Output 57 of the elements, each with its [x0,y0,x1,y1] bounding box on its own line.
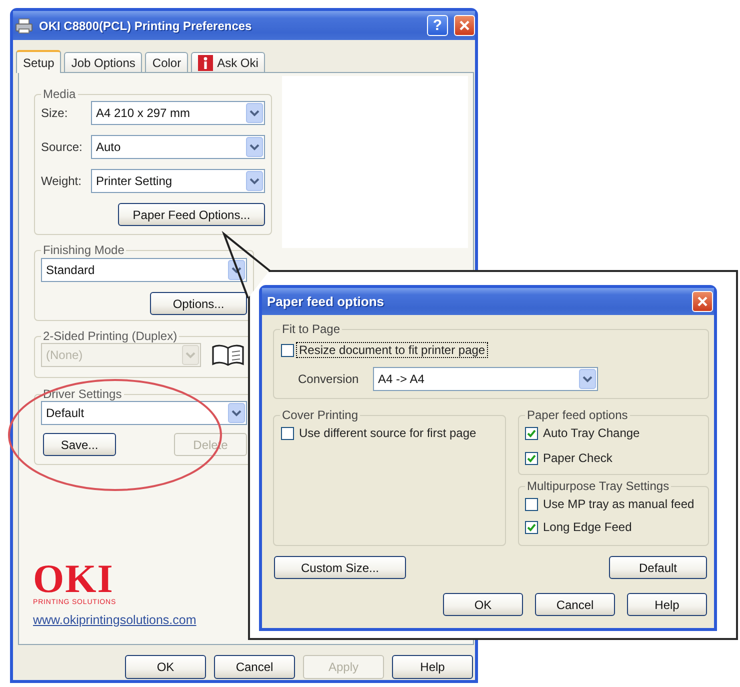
checkbox-label[interactable]: Use MP tray as manual feed [541,497,696,511]
dropdown[interactable]: Standard [41,258,247,282]
book-icon [211,343,245,367]
save-button[interactable]: Save... [43,433,116,456]
dropdown[interactable]: A4 210 x 297 mm [91,101,265,125]
checkbox-label[interactable]: Auto Tray Change [541,426,642,440]
tab[interactable]: Ask Oki [191,52,266,72]
dialog-title: Paper feed options [267,294,384,308]
field-label: Size: [41,106,69,120]
close-icon [697,296,708,307]
group-label: Multipurpose Tray Settings [526,479,670,493]
field-label: Conversion [298,372,360,386]
group-label: Driver Settings [42,387,123,401]
tab[interactable]: Setup [16,50,62,73]
group-label: Paper feed options [526,408,629,422]
custom-size-button[interactable]: Custom Size... [274,556,406,579]
dropdown[interactable]: A4 -> A4 [373,367,598,391]
checkbox-label[interactable]: Long Edge Feed [541,520,634,534]
checkbox-label[interactable]: Resize document to fit printer page [297,343,488,357]
checkbox-label[interactable]: Paper Check [541,451,614,465]
help-button[interactable]: Help [627,593,707,616]
ok-button[interactable]: OK [125,655,206,679]
cancel-button[interactable]: Cancel [214,655,295,679]
group-label: Finishing Mode [42,243,126,257]
dropdown[interactable]: Default [41,401,247,425]
tab[interactable]: Job Options [64,52,142,72]
help-button[interactable]: ? [427,15,448,36]
checkbox[interactable] [525,498,538,510]
group-label: Media [42,87,77,101]
field-label: Source: [41,140,84,154]
checkbox[interactable] [525,426,538,440]
checkbox[interactable] [281,344,294,356]
info-icon [198,54,214,70]
cancel-button[interactable]: Cancel [535,593,615,616]
default-button[interactable]: Default [609,556,707,579]
paper-feed-options-button[interactable]: Paper Feed Options... [118,203,265,226]
close-button[interactable] [692,291,713,312]
dropdown[interactable]: Auto [91,135,265,159]
tab[interactable]: Color [145,52,188,72]
ok-button[interactable]: OK [443,593,523,616]
checkbox[interactable] [525,452,538,464]
field-label: Weight: [41,174,82,188]
dropdown[interactable]: Printer Setting [91,169,265,193]
group-label: Cover Printing [281,408,360,422]
brand-logo: OKI [33,563,114,595]
printer-icon [15,18,33,34]
close-button[interactable] [454,15,475,36]
options-button[interactable]: Options... [150,292,247,315]
close-icon [459,20,470,31]
checkbox[interactable] [281,426,294,440]
help-button[interactable]: Help [392,655,473,679]
website-link[interactable]: www.okiprintingsolutions.com [33,613,196,628]
window-title: OKI C8800(PCL) Printing Preferences [39,18,252,32]
checkbox-label[interactable]: Use different source for first page [297,426,478,440]
group-label: Fit to Page [281,322,342,336]
checkbox[interactable] [525,520,538,534]
group-label: 2-Sided Printing (Duplex) [42,329,178,343]
